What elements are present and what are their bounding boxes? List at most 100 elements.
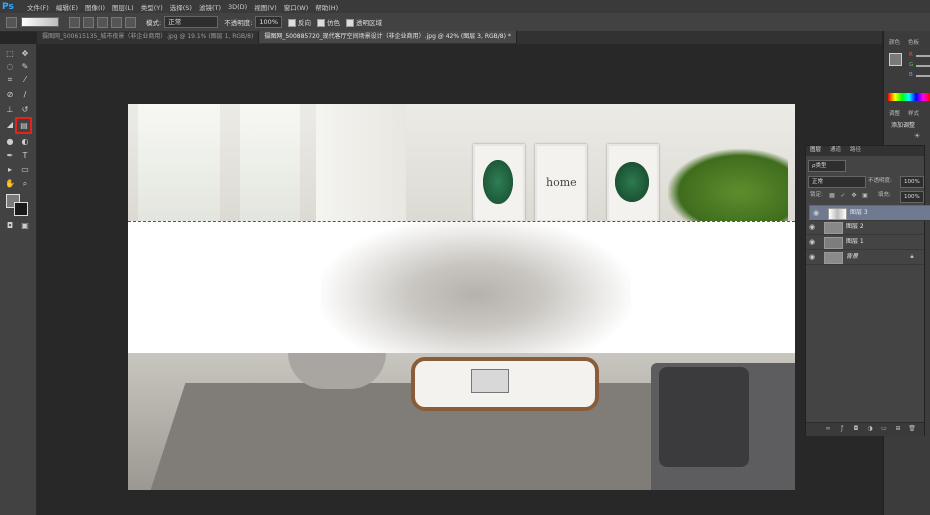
layer-opacity-label: 不透明度: [868, 178, 892, 184]
layer-kind-filter[interactable]: ρ类型 [808, 160, 846, 172]
visibility-eye-icon[interactable]: ◉ [813, 209, 821, 217]
tab-channels[interactable]: 通道 [830, 146, 841, 155]
screen-mode-icon[interactable]: ▣ [19, 220, 31, 231]
gradient-fill-layer [128, 221, 795, 355]
eyedropper-icon[interactable]: ⁄ [19, 74, 31, 85]
angle-gradient-icon[interactable] [97, 16, 108, 28]
visibility-eye-icon[interactable]: ◉ [809, 253, 817, 261]
menu-select[interactable]: 选择(S) [170, 2, 192, 12]
opacity-input[interactable]: 100% [255, 16, 282, 28]
reflected-gradient-icon[interactable] [111, 16, 122, 28]
brush-tool-icon[interactable]: / [19, 89, 31, 100]
menu-layer[interactable]: 图层(L) [112, 2, 134, 12]
visibility-eye-icon[interactable]: ◉ [809, 238, 817, 246]
visibility-eye-icon[interactable]: ◉ [809, 223, 817, 231]
plant-poster [473, 144, 525, 222]
tool-preset-icon[interactable] [6, 16, 17, 28]
lock-icon: 🔒︎ [910, 253, 914, 260]
clone-stamp-icon[interactable]: ⊥ [4, 104, 16, 115]
checkbox-icon [288, 19, 296, 27]
blur-tool-icon[interactable]: ● [4, 136, 16, 147]
rectangle-tool-icon[interactable]: ▭ [19, 164, 31, 175]
document-canvas[interactable]: home [128, 104, 795, 490]
sofa-image [651, 363, 795, 490]
new-group-icon[interactable]: ▭ [880, 425, 888, 433]
dodge-tool-icon[interactable]: ◐ [19, 136, 31, 147]
layer-row[interactable]: ◉ 图层 1 [806, 235, 924, 250]
adjustment-layer-icon[interactable]: ◑ [866, 425, 874, 433]
marquee-tool-icon[interactable]: ⬚ [4, 48, 16, 59]
dither-checkbox[interactable]: 仿色 [317, 17, 340, 27]
menu-help[interactable]: 帮助(H) [315, 2, 338, 12]
fill-input[interactable]: 100% [900, 191, 924, 203]
tab-styles[interactable]: 样式 [908, 110, 919, 119]
crop-tool-icon[interactable]: ⌗ [4, 74, 16, 85]
background-color-swatch[interactable] [14, 202, 28, 216]
gradient-tool-highlight [15, 117, 32, 134]
path-select-icon[interactable]: ▸ [4, 164, 16, 175]
reverse-checkbox[interactable]: 反向 [288, 17, 311, 27]
lock-all-icon[interactable]: ▣ [861, 192, 869, 200]
tab-color[interactable]: 颜色 [889, 39, 900, 48]
menu-view[interactable]: 视图(V) [254, 2, 277, 12]
color-panel-swatch[interactable] [889, 53, 902, 66]
menu-file[interactable]: 文件(F) [27, 2, 49, 12]
menu-edit[interactable]: 编辑(E) [56, 2, 78, 12]
channel-slider[interactable] [916, 55, 930, 57]
diamond-gradient-icon[interactable] [125, 16, 136, 28]
layers-panel-header: 图层 通道 路径 [806, 146, 924, 156]
linear-gradient-icon[interactable] [69, 16, 80, 28]
tab-living-room[interactable]: 摄图网_500885720_现代客厅空间场景设计（非企业商用）.jpg @ 42… [259, 31, 517, 43]
add-mask-icon[interactable]: ◘ [852, 425, 860, 433]
tab-paths[interactable]: 路径 [850, 146, 861, 155]
hand-tool-icon[interactable]: ✋ [4, 178, 16, 189]
opacity-value: 100% [259, 18, 278, 26]
move-tool-icon[interactable]: ✥ [19, 48, 31, 59]
history-brush-icon[interactable]: ↺ [19, 104, 31, 115]
reverse-label: 反向 [298, 19, 311, 27]
radial-gradient-icon[interactable] [83, 16, 94, 28]
tab-swatches[interactable]: 色板 [908, 39, 919, 48]
menu-filter[interactable]: 滤镜(T) [199, 2, 221, 12]
lock-label: 锁定: [810, 192, 823, 198]
layer-row[interactable]: ◉ 背景 🔒︎ [806, 250, 924, 265]
channel-slider[interactable] [916, 65, 930, 67]
transparency-checkbox[interactable]: 透明区域 [346, 17, 382, 27]
layer-style-icon[interactable]: ƒ [838, 425, 846, 433]
color-spectrum[interactable] [888, 93, 930, 101]
layer-row[interactable]: ◉ 图层 3 [809, 205, 930, 221]
add-adjustment-title: 添加调整 [891, 122, 916, 129]
zoom-tool-icon[interactable]: ⌕ [19, 178, 31, 189]
tab-adjustments[interactable]: 调整 [889, 110, 900, 119]
layers-panel: 图层 通道 路径 ρ类型 正常 不透明度: 100% 锁定: ▦ ✓ ✥ ▣ 填… [805, 145, 930, 436]
poster-text: home [546, 176, 577, 189]
menu-window[interactable]: 窗口(W) [284, 2, 309, 12]
pen-tool-icon[interactable]: ✒ [4, 150, 16, 161]
layer-thumbnail [824, 252, 843, 264]
new-layer-icon[interactable]: ⊞ [894, 425, 902, 433]
gradient-picker[interactable] [21, 17, 59, 27]
layer-row[interactable]: ◉ 图层 2 [806, 220, 924, 235]
menu-3d[interactable]: 3D(D) [228, 3, 247, 11]
menu-image[interactable]: 图像(I) [85, 2, 105, 12]
healing-brush-icon[interactable]: ⊘ [4, 89, 16, 100]
channel-slider[interactable] [916, 75, 930, 77]
tab-layers[interactable]: 图层 [810, 146, 821, 155]
lasso-tool-icon[interactable]: ◌ [4, 61, 16, 72]
blend-mode-select[interactable]: 正常 [808, 176, 866, 188]
quick-mask-icon[interactable]: ◘ [4, 220, 16, 231]
mode-select[interactable]: 正常 [164, 16, 219, 28]
delete-layer-icon[interactable]: 🗑︎ [908, 425, 916, 433]
quick-select-icon[interactable]: ✎ [19, 61, 31, 72]
lock-pixels-icon[interactable]: ▦ [828, 192, 836, 200]
layer-name: 背景 [846, 253, 859, 260]
layer-opacity-input[interactable]: 100% [900, 176, 924, 188]
lock-position-icon[interactable]: ✥ [850, 192, 858, 200]
curtain-image [316, 104, 406, 221]
menu-type[interactable]: 类型(Y) [141, 2, 163, 12]
type-tool-icon[interactable]: T [19, 150, 31, 161]
tab-city-night[interactable]: 摄图网_500615135_城市夜景（非企业商用）.jpg @ 19.1% (图… [37, 31, 260, 43]
lock-paint-icon[interactable]: ✓ [839, 192, 847, 200]
link-layers-icon[interactable]: ∞ [824, 425, 832, 433]
brightness-icon[interactable]: ☀ [914, 132, 920, 141]
